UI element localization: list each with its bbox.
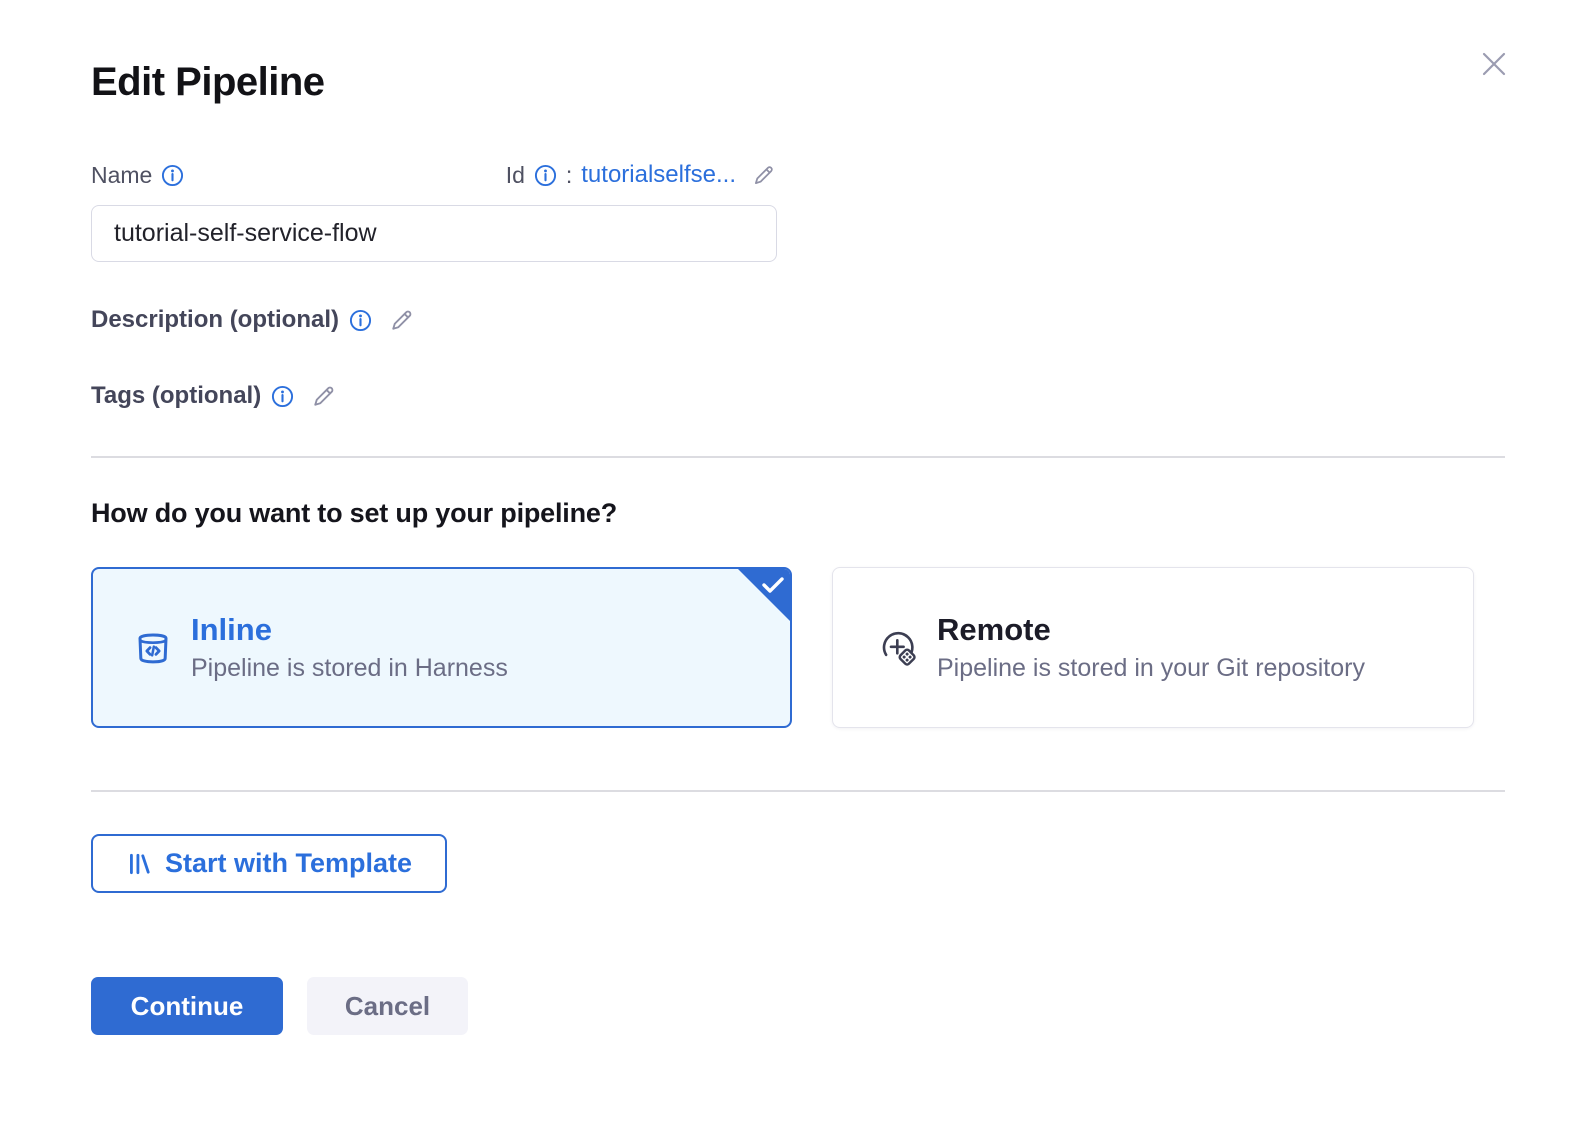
divider bbox=[91, 790, 1505, 792]
cancel-button[interactable]: Cancel bbox=[307, 977, 468, 1035]
edit-pipeline-modal: Edit Pipeline Name Id bbox=[0, 0, 1594, 1134]
description-label: Description (optional) bbox=[91, 306, 339, 334]
inline-pipeline-icon bbox=[133, 627, 173, 669]
name-id-row: Name Id : bbox=[91, 161, 777, 189]
divider bbox=[91, 456, 1505, 458]
template-library-icon bbox=[126, 851, 152, 877]
id-separator: : bbox=[566, 162, 572, 189]
page-title: Edit Pipeline bbox=[91, 60, 1505, 105]
remote-pipeline-icon bbox=[877, 627, 919, 669]
tags-info-icon[interactable] bbox=[271, 385, 294, 408]
start-with-template-label: Start with Template bbox=[165, 848, 412, 879]
storage-option-cards: Inline Pipeline is stored in Harness bbox=[91, 567, 1505, 728]
option-title-remote: Remote bbox=[937, 612, 1365, 648]
id-label: Id bbox=[506, 162, 525, 189]
start-with-template-button[interactable]: Start with Template bbox=[91, 834, 447, 893]
selected-check-icon bbox=[736, 567, 792, 623]
close-icon[interactable] bbox=[1478, 48, 1510, 80]
id-edit-pencil-icon[interactable] bbox=[751, 162, 777, 188]
option-title-inline: Inline bbox=[191, 612, 508, 648]
description-edit-pencil-icon[interactable] bbox=[388, 306, 416, 334]
id-info-icon[interactable] bbox=[534, 164, 557, 187]
tags-edit-pencil-icon[interactable] bbox=[310, 382, 338, 410]
option-card-remote[interactable]: Remote Pipeline is stored in your Git re… bbox=[832, 567, 1474, 728]
description-row: Description (optional) bbox=[91, 306, 1505, 334]
option-description-inline: Pipeline is stored in Harness bbox=[191, 654, 508, 683]
tags-label: Tags (optional) bbox=[91, 382, 261, 410]
footer-actions: Continue Cancel bbox=[91, 977, 1505, 1035]
setup-question: How do you want to set up your pipeline? bbox=[91, 498, 1505, 529]
name-info-icon[interactable] bbox=[161, 164, 184, 187]
description-info-icon[interactable] bbox=[349, 309, 372, 332]
option-card-inline[interactable]: Inline Pipeline is stored in Harness bbox=[91, 567, 792, 728]
id-value-link[interactable]: tutorialselfse... bbox=[581, 161, 736, 189]
option-description-remote: Pipeline is stored in your Git repositor… bbox=[937, 654, 1365, 683]
continue-button[interactable]: Continue bbox=[91, 977, 283, 1035]
tags-row: Tags (optional) bbox=[91, 382, 1505, 410]
pipeline-name-input[interactable] bbox=[91, 205, 777, 262]
name-label: Name bbox=[91, 162, 152, 189]
